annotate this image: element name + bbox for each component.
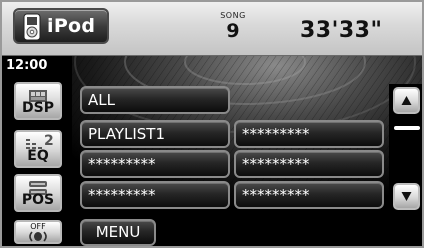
list-item-all[interactable]: ALL (80, 86, 230, 114)
scroll-up-button[interactable] (393, 87, 420, 114)
scrollbar-thumb[interactable] (394, 126, 420, 130)
play-time: 33'33" (300, 18, 383, 43)
list-item[interactable]: ********* (80, 181, 230, 209)
eq-label: EQ (27, 148, 49, 164)
list-item[interactable]: ********* (234, 181, 384, 209)
list-item-label: ********* (242, 186, 310, 204)
speaker-icon (29, 231, 47, 242)
header-bar: iPod SONG 9 33'33" (0, 0, 424, 56)
source-label: iPod (47, 15, 96, 37)
list-item-label: PLAYLIST1 (88, 125, 166, 143)
list-item[interactable]: ********* (234, 150, 384, 178)
list-item-label: ********* (88, 155, 156, 173)
dsp-label: DSP (22, 100, 54, 116)
pos-label: POS (21, 192, 55, 208)
source-ipod-button[interactable]: iPod (13, 8, 109, 44)
song-number: 9 (226, 20, 240, 42)
audio-screen: iPod SONG 9 33'33" 12:00 DSP 2 EQ POS OF… (0, 0, 424, 248)
ipod-icon (23, 13, 41, 41)
pos-button[interactable]: POS (14, 174, 62, 212)
list-item[interactable]: ********* (80, 150, 230, 178)
speaker-off-button[interactable]: OFF (14, 220, 62, 244)
triangle-down-icon (401, 192, 412, 201)
scroll-down-button[interactable] (393, 183, 420, 210)
list-item-label: ********* (242, 155, 310, 173)
list-item-label: ALL (88, 91, 115, 109)
list-item-label: ********* (242, 125, 310, 143)
menu-button[interactable]: MENU (80, 219, 156, 246)
clock: 12:00 (6, 58, 48, 73)
eq-button[interactable]: 2 EQ (14, 130, 62, 168)
menu-label: MENU (95, 223, 141, 241)
dsp-button[interactable]: DSP (14, 82, 62, 120)
list-item-playlist1[interactable]: PLAYLIST1 (80, 120, 230, 148)
triangle-up-icon (401, 96, 412, 105)
list-item[interactable]: ********* (234, 120, 384, 148)
list-item-label: ********* (88, 186, 156, 204)
song-caption: SONG (220, 11, 246, 20)
eq-preset-number: 2 (44, 133, 54, 149)
